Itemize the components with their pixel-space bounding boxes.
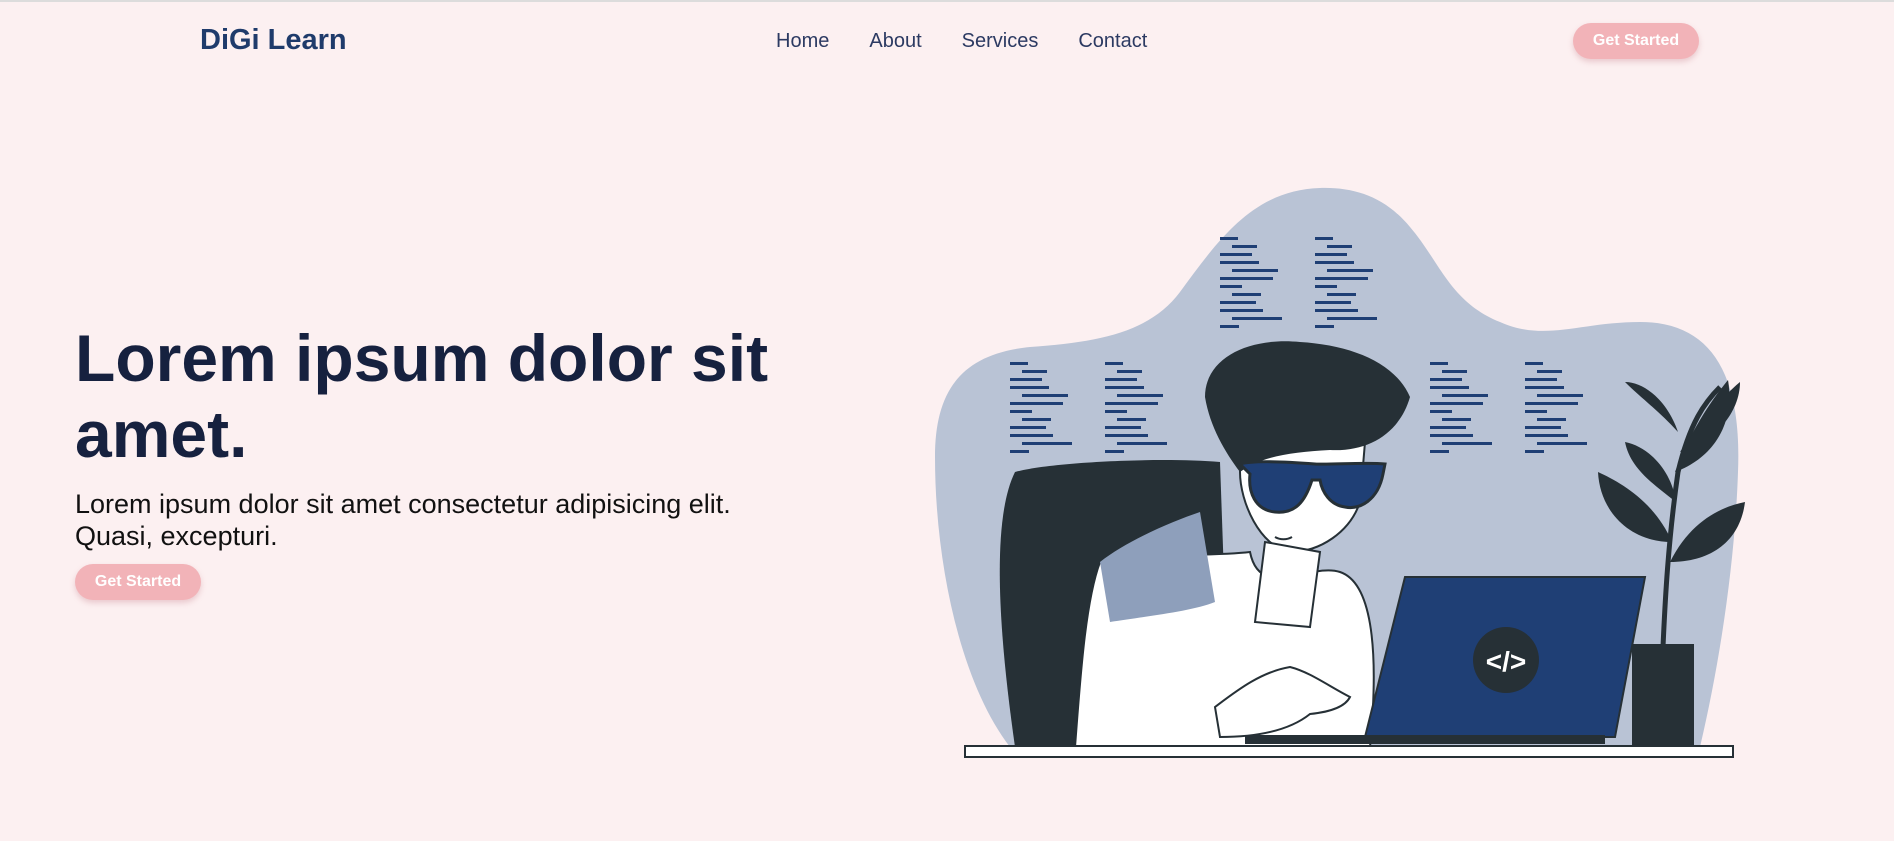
code-line [1430,426,1466,429]
code-line [1010,434,1053,437]
code-line [1010,450,1029,453]
code-line [1430,378,1462,381]
code-line [1442,370,1467,373]
code-line [1537,418,1566,421]
code-line [1010,362,1028,365]
code-line [1220,285,1242,288]
code-line [1525,450,1544,453]
hero-title-line-1: Lorem ipsum dolor sit [75,321,769,395]
developer-illustration: </> [935,187,1745,758]
code-line [1105,426,1141,429]
code-line [1232,317,1282,320]
code-line [1105,434,1148,437]
nav-link-services[interactable]: Services [962,30,1039,53]
code-line [1220,253,1252,256]
code-line [1430,362,1448,365]
code-line [1430,386,1469,389]
code-line [1232,293,1261,296]
code-line [1430,410,1452,413]
code-line [1537,442,1587,445]
code-line [1327,317,1377,320]
code-line [1010,426,1046,429]
code-line [1117,370,1142,373]
code-line [1315,325,1334,328]
code-line [1525,426,1561,429]
code-line [1315,237,1333,240]
code-line [1525,386,1564,389]
code-line [1105,362,1123,365]
code-line [1525,410,1547,413]
code-line [1022,442,1072,445]
hero-title-line-2: amet. [75,397,248,471]
hero-subtitle: Lorem ipsum dolor sit amet consectetur a… [75,489,731,551]
code-line [1525,434,1568,437]
code-line [1442,442,1492,445]
code-line [1010,402,1063,405]
code-line [1525,378,1557,381]
code-line [1220,277,1273,280]
code-line [1430,434,1473,437]
code-line [1315,277,1368,280]
code-line [1525,362,1543,365]
nav-link-home[interactable]: Home [776,30,829,53]
navbar: DiGi Learn Home About Services Contact G… [0,2,1894,82]
code-line [1220,261,1259,264]
code-line [1105,402,1158,405]
code-line [1537,394,1583,397]
code-line [1117,418,1146,421]
hero-title: Lorem ipsum dolor sit amet. [75,320,835,472]
code-line [1010,386,1049,389]
code-line [1537,370,1562,373]
code-line [1220,237,1238,240]
hero-get-started-button[interactable]: Get Started [75,564,201,600]
code-line [1105,450,1124,453]
code-line [1220,301,1256,304]
code-line [1315,261,1354,264]
code-badge-label: </> [1486,646,1526,677]
code-line [1010,410,1032,413]
code-line [1232,269,1278,272]
code-line [1327,245,1352,248]
code-line [1022,394,1068,397]
nav-link-about[interactable]: About [869,30,921,53]
code-line [1117,394,1163,397]
code-line [1442,418,1471,421]
brand-logo[interactable]: DiGi Learn [200,24,347,57]
code-line [1430,402,1483,405]
code-line [1117,442,1167,445]
code-line [1430,450,1449,453]
code-line [1232,245,1257,248]
code-line [1010,378,1042,381]
desk [964,745,1734,758]
code-line [1327,269,1373,272]
code-line [1105,410,1127,413]
nav-link-contact[interactable]: Contact [1078,30,1147,53]
code-line [1220,325,1239,328]
code-line [1315,253,1347,256]
code-line [1525,402,1578,405]
code-line [1220,309,1263,312]
code-line [1315,285,1337,288]
nav-links: Home About Services Contact [776,30,1147,53]
code-line [1022,418,1051,421]
code-line [1442,394,1488,397]
code-line [1022,370,1047,373]
code-line [1105,386,1144,389]
code-line [1315,301,1351,304]
hero-section: Lorem ipsum dolor sit amet. Lorem ipsum … [75,320,835,600]
code-line [1315,309,1358,312]
nav-get-started-button[interactable]: Get Started [1573,23,1699,59]
code-line [1327,293,1356,296]
code-line [1105,378,1137,381]
